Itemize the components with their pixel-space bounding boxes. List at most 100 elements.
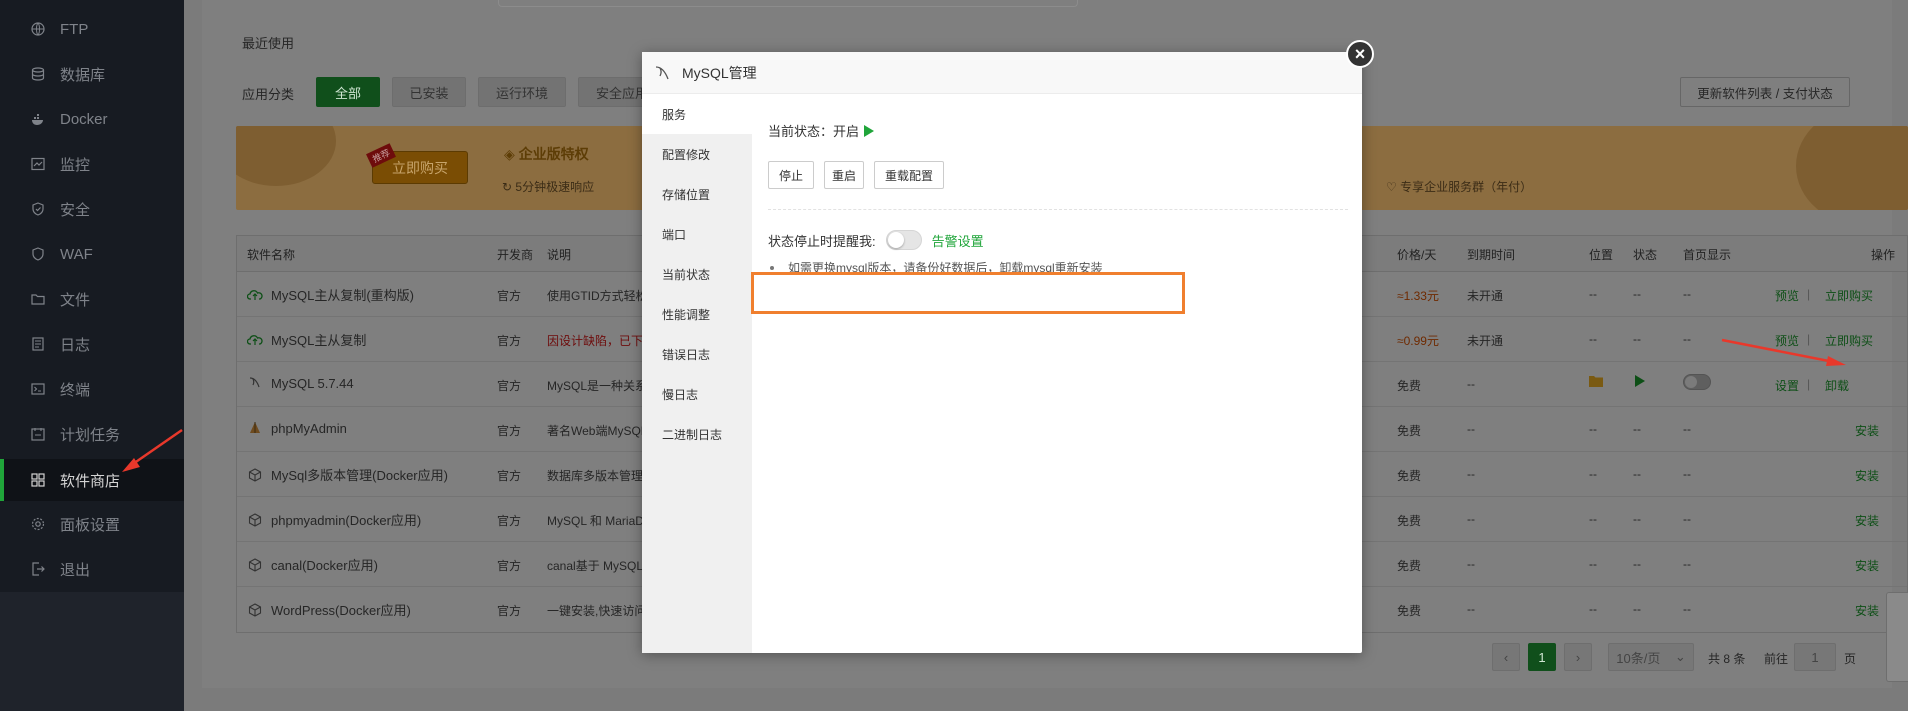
alarm-toggle[interactable] (885, 230, 922, 250)
sidebar-item-database[interactable]: 数据库 (0, 54, 184, 94)
sidebar-item-files[interactable]: 文件 (0, 279, 184, 319)
ops-divider: | (1807, 377, 1811, 391)
category-all[interactable]: 全部 (316, 77, 380, 107)
goto-page-input[interactable]: 1 (1794, 643, 1836, 671)
sidebar-item-label: 文件 (60, 291, 91, 309)
sidebar-item-security[interactable]: 安全 (0, 189, 184, 229)
play-icon[interactable] (1635, 375, 1645, 390)
page-size-select[interactable]: 10条/页 ⌄ (1608, 643, 1694, 671)
menu-item-current-status[interactable]: 当前状态 (642, 254, 752, 294)
stop-button[interactable]: 停止 (768, 161, 814, 189)
header-home: 首页显示 (1683, 248, 1732, 262)
sidebar-item-label: 面板设置 (60, 516, 121, 534)
position: -- (1589, 602, 1597, 616)
menu-item-performance[interactable]: 性能调整 (642, 294, 752, 334)
price: 免费 (1397, 379, 1422, 393)
folder-icon[interactable] (1589, 375, 1603, 390)
category-runtime[interactable]: 运行环境 (478, 77, 566, 107)
software-name: MySQL 5.7.44 (247, 375, 354, 391)
dialog-side-menu: 服务 配置修改 存储位置 端口 当前状态 性能调整 错误日志 慢日志 二进制日志 (642, 94, 752, 653)
preview-link[interactable]: 预览 (1775, 287, 1799, 304)
install-link[interactable]: 安装 (1855, 602, 1879, 619)
restart-button[interactable]: 重启 (824, 161, 864, 189)
status-value: 开启 (833, 124, 860, 139)
prev-page-button[interactable]: ‹ (1492, 643, 1520, 671)
sidebar-item-docker[interactable]: Docker (0, 99, 184, 139)
expire-time: -- (1467, 467, 1475, 481)
developer: 官方 (497, 334, 522, 348)
uninstall-link[interactable]: 卸载 (1825, 377, 1849, 394)
logout-icon (30, 561, 46, 577)
goto-prefix: 前往 (1764, 652, 1789, 666)
menu-item-service[interactable]: 服务 (642, 94, 752, 134)
developer: 官方 (497, 469, 522, 483)
page-number-current[interactable]: 1 (1528, 643, 1556, 671)
sidebar-item-terminal[interactable]: 终端 (0, 369, 184, 409)
modal-close-button[interactable]: × (1346, 40, 1374, 68)
menu-item-binlog[interactable]: 二进制日志 (642, 414, 752, 454)
home-display-toggle[interactable] (1683, 374, 1711, 393)
buy-link[interactable]: 立即购买 (1825, 287, 1873, 304)
developer: 官方 (497, 559, 522, 573)
toggle-knob (887, 232, 904, 248)
sidebar-item-label: 安全 (60, 201, 91, 219)
sidebar-item-monitor[interactable]: 监控 (0, 144, 184, 184)
developer: 官方 (497, 424, 522, 438)
update-list-button[interactable]: 更新软件列表 / 支付状态 (1680, 77, 1850, 107)
sidebar-item-label: WAF (60, 245, 93, 263)
install-link[interactable]: 安装 (1855, 557, 1879, 574)
mysql-dolphin-icon (654, 65, 672, 81)
sidebar-item-logs[interactable]: 日志 (0, 324, 184, 364)
cube-icon (247, 557, 263, 573)
description: MySQL 和 MariaDB (547, 514, 652, 528)
install-link[interactable]: 安装 (1855, 422, 1879, 439)
banner-decor (1796, 126, 1908, 210)
sidebar-item-waf[interactable]: WAF (0, 234, 184, 274)
cloud-sync-icon (247, 287, 263, 303)
software-name-text: MySQL主从复制 (271, 333, 367, 348)
expire-time: -- (1467, 512, 1475, 526)
menu-item-port[interactable]: 端口 (642, 214, 752, 254)
status: -- (1633, 512, 1641, 526)
expire-time: -- (1467, 377, 1475, 391)
home-display: -- (1683, 422, 1691, 436)
cube-icon (247, 602, 263, 618)
settings-link[interactable]: 设置 (1775, 377, 1799, 394)
menu-item-storage[interactable]: 存储位置 (642, 174, 752, 214)
header-status: 状态 (1633, 248, 1658, 262)
software-name: MySQL主从复制 (247, 330, 366, 349)
position: -- (1589, 287, 1597, 301)
customer-service-tab[interactable] (1886, 592, 1908, 682)
reload-config-button[interactable]: 重载配置 (874, 161, 944, 189)
software-name: phpmyadmin(Docker应用) (247, 510, 421, 529)
search-input[interactable] (498, 0, 1078, 7)
banner-feature-text: 5分钟极速响应 (515, 180, 595, 194)
alarm-row: 状态停止时提醒我: 告警设置 (768, 230, 984, 250)
alarm-settings-link[interactable]: 告警设置 (932, 231, 984, 250)
grid-icon (30, 472, 46, 488)
status: -- (1633, 332, 1641, 346)
menu-item-config[interactable]: 配置修改 (642, 134, 752, 174)
software-name: WordPress(Docker应用) (247, 600, 411, 619)
phpmyadmin-sail-icon (247, 420, 263, 436)
price: 免费 (1397, 559, 1422, 573)
price: 免费 (1397, 469, 1422, 483)
install-link[interactable]: 安装 (1855, 467, 1879, 484)
next-page-button[interactable]: › (1564, 643, 1592, 671)
menu-item-error-log[interactable]: 错误日志 (642, 334, 752, 374)
developer: 官方 (497, 604, 522, 618)
sidebar-item-panel-settings[interactable]: 面板设置 (0, 504, 184, 544)
close-icon: × (1354, 43, 1366, 64)
sidebar-item-ftp[interactable]: FTP (0, 9, 184, 49)
header-price: 价格/天 (1397, 248, 1437, 262)
category-installed[interactable]: 已安装 (392, 77, 466, 107)
price: ≈0.99元 (1397, 334, 1439, 348)
install-link[interactable]: 安装 (1855, 512, 1879, 529)
position: -- (1589, 557, 1597, 571)
sidebar-item-logout[interactable]: 退出 (0, 549, 184, 589)
home-display: -- (1683, 332, 1691, 346)
banner-title-text: 企业版特权 (518, 146, 589, 162)
database-icon (30, 66, 46, 82)
menu-item-slow-log[interactable]: 慢日志 (642, 374, 752, 414)
price: 免费 (1397, 424, 1422, 438)
